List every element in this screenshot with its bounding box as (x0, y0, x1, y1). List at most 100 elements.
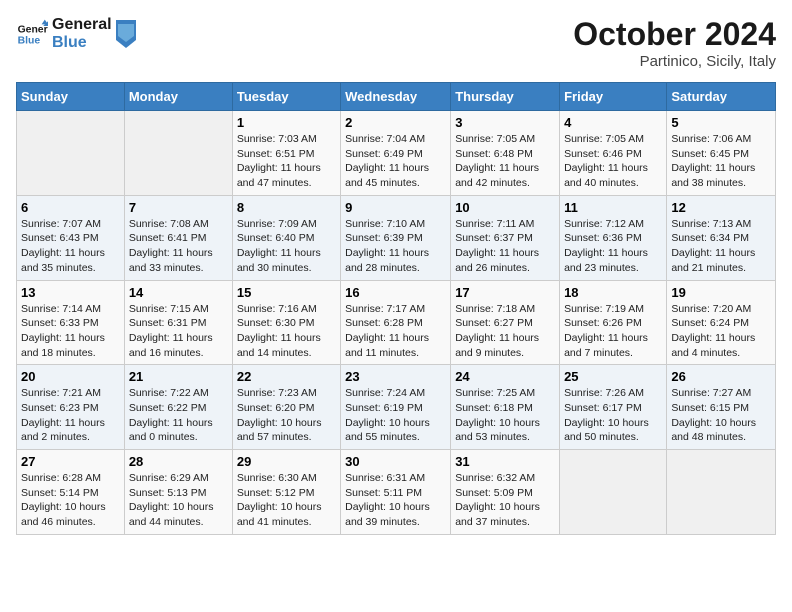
day-info: Sunrise: 7:19 AM Sunset: 6:26 PM Dayligh… (564, 302, 662, 361)
calendar-cell: 5 Sunrise: 7:06 AM Sunset: 6:45 PM Daylig… (667, 111, 776, 196)
header-day-sunday: Sunday (17, 83, 125, 111)
calendar-body: 1Sunrise: 7:03 AM Sunset: 6:51 PM Daylig… (17, 111, 776, 535)
day-info: Sunrise: 7:18 AM Sunset: 6:27 PM Dayligh… (455, 302, 555, 361)
day-info: Sunrise: 7:27 AM Sunset: 6:15 PM Dayligh… (671, 386, 771, 445)
calendar-header-row: SundayMondayTuesdayWednesdayThursdayFrid… (17, 83, 776, 111)
day-info: Sunrise: 7:13 AM Sunset: 6:34 PM Dayligh… (671, 217, 771, 276)
calendar-cell: 3Sunrise: 7:05 AM Sunset: 6:48 PM Daylig… (451, 111, 560, 196)
calendar-cell: 2 Sunrise: 7:04 AM Sunset: 6:49 PM Daylig… (341, 111, 451, 196)
day-number: 28 (129, 454, 228, 469)
day-info: Sunrise: 6:28 AM Sunset: 5:14 PM Dayligh… (21, 471, 120, 530)
calendar-week-2: 6Sunrise: 7:07 AM Sunset: 6:43 PM Daylig… (17, 195, 776, 280)
day-number: 30 (345, 454, 446, 469)
day-info: Sunrise: 7:07 AM Sunset: 6:43 PM Dayligh… (21, 217, 120, 276)
day-number: 31 (455, 454, 555, 469)
day-info: Sunrise: 6:31 AM Sunset: 5:11 PM Dayligh… (345, 471, 446, 530)
day-number: 10 (455, 200, 555, 215)
day-info: Sunrise: 7:17 AM Sunset: 6:28 PM Dayligh… (345, 302, 446, 361)
calendar-cell: 15Sunrise: 7:16 AM Sunset: 6:30 PM Dayli… (232, 280, 340, 365)
day-number: 18 (564, 285, 662, 300)
day-number: 17 (455, 285, 555, 300)
svg-text:Blue: Blue (18, 36, 41, 47)
calendar-cell: 9Sunrise: 7:10 AM Sunset: 6:39 PM Daylig… (341, 195, 451, 280)
day-info: Sunrise: 7:05 AM Sunset: 6:46 PM Dayligh… (564, 132, 662, 191)
calendar-cell (17, 111, 125, 196)
day-number: 1 (237, 115, 336, 130)
calendar-cell: 25Sunrise: 7:26 AM Sunset: 6:17 PM Dayli… (560, 365, 667, 450)
calendar-cell: 11 Sunrise: 7:12 AM Sunset: 6:36 PM Dayli… (560, 195, 667, 280)
day-info: Sunrise: 7:23 AM Sunset: 6:20 PM Dayligh… (237, 386, 336, 445)
calendar-cell: 7Sunrise: 7:08 AM Sunset: 6:41 PM Daylig… (124, 195, 232, 280)
day-info: Sunrise: 7:25 AM Sunset: 6:18 PM Dayligh… (455, 386, 555, 445)
day-number: 29 (237, 454, 336, 469)
calendar-cell: 30 Sunrise: 6:31 AM Sunset: 5:11 PM Dayli… (341, 450, 451, 535)
logo-blue: Blue (52, 34, 112, 52)
calendar-cell: 13Sunrise: 7:14 AM Sunset: 6:33 PM Dayli… (17, 280, 125, 365)
day-number: 4 (564, 115, 662, 130)
day-info: Sunrise: 6:30 AM Sunset: 5:12 PM Dayligh… (237, 471, 336, 530)
header-day-wednesday: Wednesday (341, 83, 451, 111)
logo-arrow-icon (116, 20, 136, 48)
calendar-cell: 22 Sunrise: 7:23 AM Sunset: 6:20 PM Dayli… (232, 365, 340, 450)
month-title: October 2024 (573, 16, 776, 53)
header-day-saturday: Saturday (667, 83, 776, 111)
logo-icon: General Blue (16, 18, 48, 50)
calendar-cell: 24 Sunrise: 7:25 AM Sunset: 6:18 PM Dayli… (451, 365, 560, 450)
day-number: 22 (237, 369, 336, 384)
day-info: Sunrise: 7:11 AM Sunset: 6:37 PM Dayligh… (455, 217, 555, 276)
calendar-week-3: 13Sunrise: 7:14 AM Sunset: 6:33 PM Dayli… (17, 280, 776, 365)
day-info: Sunrise: 7:16 AM Sunset: 6:30 PM Dayligh… (237, 302, 336, 361)
day-info: Sunrise: 7:22 AM Sunset: 6:22 PM Dayligh… (129, 386, 228, 445)
day-number: 13 (21, 285, 120, 300)
logo-general: General (52, 16, 112, 34)
header-day-friday: Friday (560, 83, 667, 111)
logo: General Blue General Blue (16, 16, 136, 52)
day-number: 26 (671, 369, 771, 384)
svg-text:General: General (18, 24, 48, 35)
day-info: Sunrise: 7:21 AM Sunset: 6:23 PM Dayligh… (21, 386, 120, 445)
day-info: Sunrise: 6:29 AM Sunset: 5:13 PM Dayligh… (129, 471, 228, 530)
day-number: 23 (345, 369, 446, 384)
day-number: 19 (671, 285, 771, 300)
day-number: 11 (564, 200, 662, 215)
day-number: 5 (671, 115, 771, 130)
header-day-monday: Monday (124, 83, 232, 111)
day-info: Sunrise: 7:15 AM Sunset: 6:31 PM Dayligh… (129, 302, 228, 361)
calendar-cell: 23 Sunrise: 7:24 AM Sunset: 6:19 PM Dayli… (341, 365, 451, 450)
day-info: Sunrise: 7:24 AM Sunset: 6:19 PM Dayligh… (345, 386, 446, 445)
calendar-cell: 18 Sunrise: 7:19 AM Sunset: 6:26 PM Dayli… (560, 280, 667, 365)
day-info: Sunrise: 7:10 AM Sunset: 6:39 PM Dayligh… (345, 217, 446, 276)
calendar-cell: 27 Sunrise: 6:28 AM Sunset: 5:14 PM Dayli… (17, 450, 125, 535)
day-number: 3 (455, 115, 555, 130)
calendar-cell: 19Sunrise: 7:20 AM Sunset: 6:24 PM Dayli… (667, 280, 776, 365)
calendar-cell: 4 Sunrise: 7:05 AM Sunset: 6:46 PM Daylig… (560, 111, 667, 196)
day-number: 24 (455, 369, 555, 384)
calendar-cell: 1Sunrise: 7:03 AM Sunset: 6:51 PM Daylig… (232, 111, 340, 196)
calendar-cell: 26 Sunrise: 7:27 AM Sunset: 6:15 PM Dayli… (667, 365, 776, 450)
calendar-week-1: 1Sunrise: 7:03 AM Sunset: 6:51 PM Daylig… (17, 111, 776, 196)
calendar-cell: 29 Sunrise: 6:30 AM Sunset: 5:12 PM Dayli… (232, 450, 340, 535)
day-number: 27 (21, 454, 120, 469)
calendar-cell: 21Sunrise: 7:22 AM Sunset: 6:22 PM Dayli… (124, 365, 232, 450)
day-number: 14 (129, 285, 228, 300)
day-number: 25 (564, 369, 662, 384)
calendar-cell (560, 450, 667, 535)
calendar-cell: 8Sunrise: 7:09 AM Sunset: 6:40 PM Daylig… (232, 195, 340, 280)
day-number: 2 (345, 115, 446, 130)
calendar-table: SundayMondayTuesdayWednesdayThursdayFrid… (16, 82, 776, 535)
day-info: Sunrise: 7:09 AM Sunset: 6:40 PM Dayligh… (237, 217, 336, 276)
calendar-cell: 6Sunrise: 7:07 AM Sunset: 6:43 PM Daylig… (17, 195, 125, 280)
day-info: Sunrise: 6:32 AM Sunset: 5:09 PM Dayligh… (455, 471, 555, 530)
header-day-tuesday: Tuesday (232, 83, 340, 111)
title-block: October 2024 Partinico, Sicily, Italy (573, 16, 776, 70)
calendar-cell: 20 Sunrise: 7:21 AM Sunset: 6:23 PM Dayli… (17, 365, 125, 450)
calendar-cell: 16Sunrise: 7:17 AM Sunset: 6:28 PM Dayli… (341, 280, 451, 365)
day-number: 20 (21, 369, 120, 384)
header-day-thursday: Thursday (451, 83, 560, 111)
day-info: Sunrise: 7:06 AM Sunset: 6:45 PM Dayligh… (671, 132, 771, 191)
calendar-week-5: 27 Sunrise: 6:28 AM Sunset: 5:14 PM Dayli… (17, 450, 776, 535)
calendar-cell (124, 111, 232, 196)
day-info: Sunrise: 7:04 AM Sunset: 6:49 PM Dayligh… (345, 132, 446, 191)
calendar-cell: 31 Sunrise: 6:32 AM Sunset: 5:09 PM Dayli… (451, 450, 560, 535)
day-info: Sunrise: 7:12 AM Sunset: 6:36 PM Dayligh… (564, 217, 662, 276)
